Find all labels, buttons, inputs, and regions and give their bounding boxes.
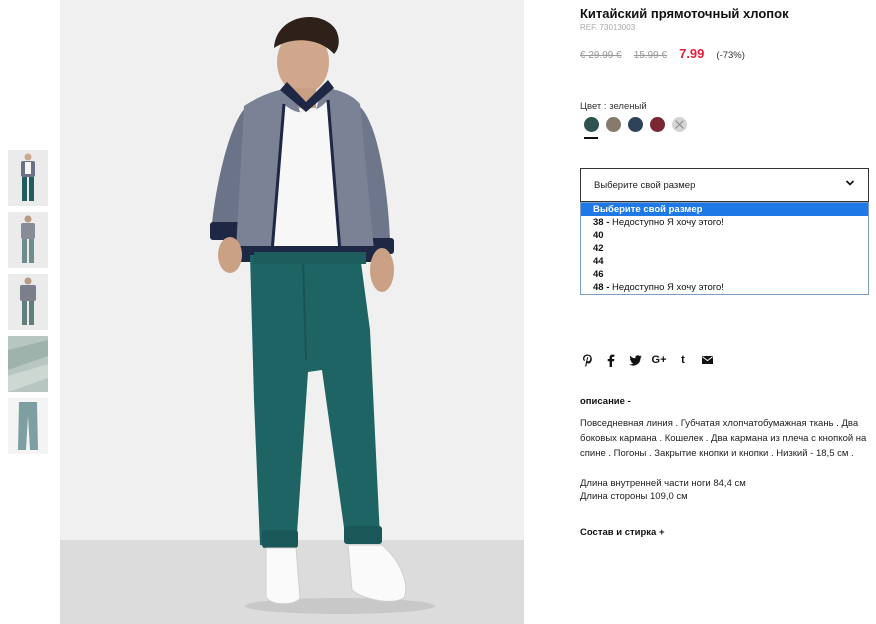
size-option[interactable]: 44 xyxy=(581,255,868,268)
thumbnail-4[interactable] xyxy=(8,336,48,392)
price-block: € 29.99 € 15.99 € 7.99 (-73%) xyxy=(580,46,745,61)
thumbnail-1[interactable] xyxy=(8,150,48,206)
color-swatches xyxy=(584,117,694,132)
color-label: Цвет : зеленый xyxy=(580,101,647,112)
size-option[interactable]: 46 xyxy=(581,268,868,281)
size-option[interactable]: Выберите свой размер xyxy=(581,203,868,216)
facebook-icon[interactable] xyxy=(604,353,618,367)
color-swatch-unavailable[interactable] xyxy=(672,117,687,132)
product-title: Китайский прямоточный хлопок xyxy=(580,6,789,21)
pinterest-icon[interactable] xyxy=(580,353,594,367)
thumbnail-2[interactable] xyxy=(8,212,48,268)
tumblr-icon[interactable]: t xyxy=(676,353,690,367)
thumbnail-5[interactable] xyxy=(8,398,48,454)
discount-badge: (-73%) xyxy=(716,50,745,61)
description-heading[interactable]: описание - xyxy=(580,396,631,407)
size-dropdown-list: Выберите свой размер 38 - Недоступно Я х… xyxy=(580,202,869,295)
email-icon[interactable] xyxy=(700,353,714,367)
twitter-icon[interactable] xyxy=(628,353,642,367)
size-option[interactable]: 48 - Недоступно Я хочу этого! xyxy=(581,281,868,294)
size-select-value: Выберите свой размер xyxy=(594,179,696,191)
original-price: € 29.99 € xyxy=(580,50,622,61)
thumbnail-gallery xyxy=(8,150,48,460)
color-swatch-navy[interactable] xyxy=(628,117,643,132)
chevron-down-icon xyxy=(845,180,855,186)
side-length: Длина стороны 109,0 см xyxy=(580,491,688,502)
measurements: Длина внутренней части ноги 84,4 см Длин… xyxy=(580,477,746,503)
composition-care-toggle[interactable]: Состав и стирка + xyxy=(580,527,665,538)
thumbnail-3[interactable] xyxy=(8,274,48,330)
size-option[interactable]: 42 xyxy=(581,242,868,255)
size-select[interactable]: Выберите свой размер xyxy=(580,168,869,202)
color-swatch-burgundy[interactable] xyxy=(650,117,665,132)
previous-price: 15.99 € xyxy=(633,50,668,61)
google-plus-icon[interactable]: G+ xyxy=(652,353,667,367)
selected-swatch-indicator xyxy=(584,137,598,139)
current-price: 7.99 xyxy=(679,46,705,61)
size-option[interactable]: 38 - Недоступно Я хочу этого! xyxy=(581,216,868,229)
product-ref: REF. 73013003 xyxy=(580,23,636,32)
social-share-bar: G+ t xyxy=(580,353,724,367)
size-option[interactable]: 40 xyxy=(581,229,868,242)
color-swatch-green[interactable] xyxy=(584,117,599,132)
inseam-length: Длина внутренней части ноги 84,4 см xyxy=(580,478,746,489)
description-text: Повседневная линия . Губчатая хлопчатобу… xyxy=(580,418,867,459)
product-photo xyxy=(60,0,524,624)
color-swatch-taupe[interactable] xyxy=(606,117,621,132)
